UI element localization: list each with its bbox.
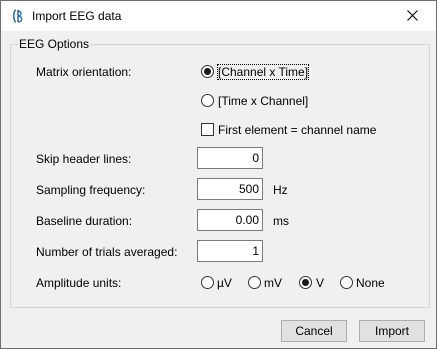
eeg-options-group <box>10 44 430 308</box>
radio-v[interactable] <box>299 276 312 289</box>
close-icon <box>407 10 418 21</box>
eeg-options-title: EEG Options <box>18 37 91 51</box>
skip-header-input[interactable] <box>197 147 263 169</box>
channel-x-time-label[interactable]: [Channel x Time] <box>216 64 310 80</box>
first-element-label[interactable]: First element = channel name <box>218 123 376 137</box>
radio-uv[interactable] <box>201 276 214 289</box>
cancel-button[interactable]: Cancel <box>281 320 347 342</box>
mv-label[interactable]: mV <box>264 276 282 290</box>
uv-label[interactable]: µV <box>217 276 232 290</box>
radio-channel-x-time[interactable] <box>201 65 214 78</box>
title-bar[interactable]: Import EEG data <box>1 1 436 31</box>
sampling-frequency-input[interactable] <box>197 178 263 200</box>
radio-mv[interactable] <box>248 276 261 289</box>
close-button[interactable] <box>390 1 436 31</box>
matrix-orientation-label: Matrix orientation: <box>36 65 132 79</box>
none-label[interactable]: None <box>356 276 385 290</box>
import-button[interactable]: Import <box>359 320 425 342</box>
radio-time-x-channel[interactable] <box>201 94 214 107</box>
window-title: Import EEG data <box>32 9 122 23</box>
radio-none[interactable] <box>340 276 353 289</box>
sampling-frequency-unit: Hz <box>273 183 288 197</box>
radio-selected-dot <box>302 279 309 286</box>
baseline-duration-unit: ms <box>273 214 289 228</box>
first-element-checkbox[interactable] <box>201 123 214 136</box>
import-eeg-dialog: Import EEG data EEG Options Matrix orien… <box>0 0 437 349</box>
time-x-channel-label[interactable]: [Time x Channel] <box>218 94 308 108</box>
trials-averaged-label: Number of trials averaged: <box>36 245 178 259</box>
brainstorm-logo-icon <box>12 9 23 23</box>
radio-selected-dot <box>204 68 211 75</box>
sampling-frequency-label: Sampling frequency: <box>36 183 146 197</box>
baseline-duration-label: Baseline duration: <box>36 214 133 228</box>
skip-header-label: Skip header lines: <box>36 152 132 166</box>
baseline-duration-input[interactable] <box>197 209 263 231</box>
v-label[interactable]: V <box>316 276 324 290</box>
amplitude-units-label: Amplitude units: <box>36 276 122 290</box>
trials-averaged-input[interactable] <box>197 240 263 262</box>
